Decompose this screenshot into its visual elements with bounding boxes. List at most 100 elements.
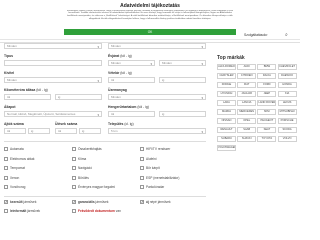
brand-button[interactable]: NISSAN <box>217 118 236 124</box>
price-from-input[interactable]: tól <box>108 77 155 83</box>
equipment-checkbox[interactable] <box>4 156 8 161</box>
brand-button[interactable]: SUBARU <box>217 136 236 142</box>
highlight-checkbox[interactable] <box>4 200 8 204</box>
condition-label: Állapot <box>4 105 16 109</box>
equipment-checkbox[interactable] <box>72 166 76 170</box>
km-to-input[interactable]: ig <box>55 94 102 100</box>
year-from-select[interactable]: Minden ▾ <box>108 60 155 66</box>
price-to-input[interactable]: ig <box>159 77 206 83</box>
condition-select[interactable]: Normál, kitűnő, Megkímélt, Újszerű, Sérü… <box>4 111 102 117</box>
doors-from-input[interactable]: tól <box>4 128 26 134</box>
power-label: Hengerűrtartalom (tól - ig) <box>108 105 149 109</box>
brand-button[interactable]: FIAT <box>237 82 257 88</box>
brand-button[interactable]: CHRYSLER <box>217 73 236 79</box>
brand-button[interactable]: OPEL <box>237 118 257 124</box>
equipment-checkbox[interactable] <box>72 185 76 189</box>
brand-button[interactable]: PEUGEOT <box>257 118 277 124</box>
doors-label: Ajtók száma <box>4 122 24 126</box>
highlight-checkbox[interactable] <box>72 200 76 204</box>
year-to-select[interactable]: Minden ▾ <box>159 60 206 66</box>
equipment-checkbox[interactable] <box>140 147 144 151</box>
brand-button[interactable]: KIA <box>277 91 297 97</box>
brand-button[interactable]: VOLVO <box>277 136 297 142</box>
body-label: Kivitel <box>4 71 15 75</box>
brand-button[interactable]: RENAULT <box>217 127 236 133</box>
equipment-checkbox-label: HIFI/TV rendszer <box>146 147 171 152</box>
equipment-checkbox[interactable] <box>4 147 8 151</box>
brand-button[interactable]: BMW <box>257 64 277 70</box>
brand-button[interactable]: VOLKSWAGEN <box>217 145 236 151</box>
top-brands-title: Top márkák <box>217 55 245 61</box>
location-select[interactable]: 5 km ▾ <box>108 128 206 134</box>
body-select[interactable]: Minden ▾ <box>4 77 102 83</box>
make-select[interactable]: Minden ▾ <box>4 43 102 49</box>
equipment-checkbox[interactable] <box>4 166 8 170</box>
type-field[interactable] <box>4 60 102 66</box>
brand-button[interactable]: SKODA <box>277 127 297 133</box>
model-select[interactable]: Minden ▾ <box>108 43 206 49</box>
equipment-checkbox-label: Bőrülés <box>78 175 89 180</box>
brand-button[interactable]: DACIA <box>257 73 277 79</box>
chevron-down-icon: ▾ <box>201 62 203 66</box>
brand-button[interactable]: LADA <box>217 100 236 106</box>
brand-button[interactable]: LANCIA <box>237 100 257 106</box>
equipment-checkbox[interactable] <box>140 166 144 170</box>
brand-button[interactable]: SUZUKI <box>237 136 257 142</box>
seats-to-input[interactable]: ig <box>79 128 101 134</box>
brand-button[interactable]: LAND ROVER <box>257 100 277 106</box>
chevron-down-icon: ▾ <box>201 45 203 49</box>
equipment-checkbox-label: Automata <box>10 147 24 152</box>
brand-button[interactable]: HYUNDAI <box>217 91 236 97</box>
km-label: Kilométeróra állása (tól - ig) <box>4 88 48 92</box>
brand-button[interactable]: ALFA ROMEO <box>217 64 236 70</box>
equipment-checkbox-label: Alufelni <box>146 156 157 161</box>
brand-button[interactable]: SAAB <box>237 127 257 133</box>
brand-button[interactable]: MAZDA <box>217 109 236 115</box>
highlight-checkbox[interactable] <box>140 200 144 204</box>
highlight-checkbox[interactable] <box>4 209 8 213</box>
equipment-checkbox[interactable] <box>72 147 76 151</box>
brand-button[interactable]: AUDI <box>237 64 257 70</box>
consent-ok-button[interactable]: OK <box>64 29 236 35</box>
brand-button[interactable]: CITROEN <box>237 73 257 79</box>
power-to-input[interactable]: ig <box>159 111 206 117</box>
seats-from-input[interactable]: tól <box>55 128 77 134</box>
brand-button[interactable]: JEEP <box>257 91 277 97</box>
services-link[interactable]: Szolgáltatások <box>244 33 266 37</box>
doors-to-input[interactable]: ig <box>28 128 50 134</box>
highlight-checkbox-label: Fekvődedt dokumentum van <box>78 209 121 214</box>
brand-button[interactable]: TOYOTA <box>257 136 277 142</box>
brand-button[interactable]: DODGE <box>217 82 236 88</box>
equipment-checkbox-label: ESP (menetstabilizátor) <box>146 175 180 180</box>
brand-button[interactable]: SEAT <box>257 127 277 133</box>
price-label: Vételár (tól - ig) <box>108 71 132 75</box>
highlight-checkbox[interactable] <box>72 209 76 213</box>
brand-button[interactable]: MERCEDES <box>237 109 257 115</box>
search-icon[interactable]: ⌕ <box>285 32 288 38</box>
equipment-checkbox[interactable] <box>72 175 76 180</box>
equipment-checkbox[interactable] <box>140 185 144 189</box>
equipment-checkbox[interactable] <box>72 156 76 161</box>
brand-button[interactable]: DAEWOO <box>277 73 297 79</box>
equipment-checkbox[interactable] <box>4 175 8 180</box>
equipment-checkbox[interactable] <box>140 156 144 161</box>
km-from-input[interactable]: tól <box>4 94 51 100</box>
brand-button[interactable]: MINI <box>257 109 277 115</box>
chevron-down-icon: ▾ <box>266 33 268 37</box>
consent-title: Adatvédelmi tájékoztatás <box>120 3 180 9</box>
brand-button[interactable]: LEXUS <box>277 100 297 106</box>
chevron-down-icon: ▾ <box>201 96 203 100</box>
brand-button[interactable]: CHEVROLET <box>277 64 297 70</box>
equipment-checkbox-label: Parkolóradar <box>146 185 165 190</box>
brand-button[interactable]: JAGUAR <box>237 91 257 97</box>
brand-button[interactable]: FORD <box>257 82 277 88</box>
brand-button[interactable]: MITSUBISHI <box>277 109 297 115</box>
highlight-checkbox-label: kezesült járművek <box>10 200 37 205</box>
chevron-down-icon: ▾ <box>97 79 99 83</box>
brand-button[interactable]: PORSCHE <box>277 118 297 124</box>
power-from-input[interactable]: tól <box>108 111 155 117</box>
brand-button[interactable]: HONDA <box>277 82 297 88</box>
equipment-checkbox[interactable] <box>4 185 8 189</box>
equipment-checkbox[interactable] <box>140 175 144 180</box>
fuel-select[interactable]: Minden ▾ <box>108 94 206 100</box>
